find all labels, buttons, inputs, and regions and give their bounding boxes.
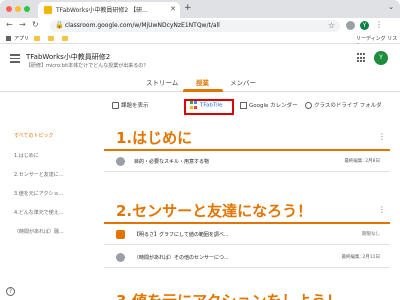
close-window-button[interactable] [6, 6, 12, 12]
help-icon[interactable]: ? [6, 287, 15, 296]
google-apps-icon[interactable] [357, 53, 367, 63]
topic-title: 2.センサーと友達になろう！ [116, 202, 313, 220]
bookmark-folder-icon[interactable] [34, 36, 40, 41]
material-meta: 最終編集: 2月11日 [341, 255, 380, 260]
tfabtile-highlight-box [184, 99, 234, 115]
new-tab-icon[interactable]: + [184, 3, 192, 13]
tab-classwork[interactable]: 授業 [196, 77, 209, 87]
assignment-icon [116, 230, 125, 239]
drive-folder-label: クラスのドライブ フォルダ [314, 103, 382, 109]
active-tab-indicator [183, 89, 223, 92]
material-meta: 期限なし [362, 232, 380, 237]
google-calendar-button[interactable]: Google カレンダー [240, 101, 298, 109]
main-menu-icon[interactable] [10, 54, 20, 63]
url-text: classroom.google.com/w/MjUwNDcyNzE1NTQw/… [65, 22, 220, 29]
topic-divider [104, 222, 390, 224]
account-avatar[interactable]: Y [374, 51, 388, 65]
tab-close-icon[interactable]: ✕ [170, 5, 176, 13]
material-row[interactable]: （時間があれば）その他のセンサーにつ... 最終編集: 2月11日 [104, 248, 390, 268]
maximize-window-button[interactable] [24, 6, 30, 12]
apps-grid-icon[interactable] [6, 36, 11, 41]
topic-more-icon[interactable]: ⋮ [378, 205, 386, 214]
bookmark-folder-icon[interactable] [62, 36, 68, 41]
bookmark-apps[interactable]: アプリ [14, 35, 29, 42]
topic-more-icon[interactable]: ⋮ [378, 132, 386, 141]
classwork-main: 1.はじめに ⋮ 目的・必要なスキル・用意する物 最終編集: 2月8日 2.セン… [104, 124, 394, 300]
browser-window: TFabWorks小中教員研修2 【研... ✕ + ⌄ ← → ↻ 🔒 cla… [0, 0, 400, 300]
view-your-work-button[interactable]: 課題を表示 [112, 101, 149, 109]
course-tabs: ストリーム 授業 メンバー [0, 74, 400, 92]
course-title[interactable]: TFabWorks小中教員研修2 [26, 52, 110, 62]
material-meta: 最終編集: 2月8日 [344, 159, 380, 164]
topic-divider [104, 149, 390, 151]
sidebar-item-topic-4[interactable]: 4.どんな単元で使え... [14, 209, 64, 216]
material-title: （時間があれば）その他のセンサーにつ... [134, 255, 229, 261]
topic-title: 1.はじめに [116, 129, 193, 147]
google-calendar-label: Google カレンダー [249, 103, 298, 109]
lock-icon: 🔒 [55, 21, 64, 29]
forward-icon[interactable]: → [19, 20, 26, 29]
classroom-favicon-icon [44, 6, 52, 14]
material-row[interactable]: 【明るさ】グラフにして値の範囲を調べ... 期限なし [104, 225, 390, 245]
extension-icon[interactable] [346, 21, 355, 30]
sidebar-item-topic-2[interactable]: 2.センサーと友達に... [14, 171, 64, 178]
bookmark-star-icon[interactable]: ☆ [328, 21, 335, 30]
material-icon [116, 157, 125, 166]
bookmarks-bar: アプリ リーディング リスト [0, 34, 400, 49]
browser-toolbar: ← → ↻ 🔒 classroom.google.com/w/MjUwNDcyN… [0, 18, 400, 34]
sidebar-item-all-topics[interactable]: すべてのトピック [14, 132, 53, 139]
tab-stream[interactable]: ストリーム [146, 77, 178, 87]
tab-search-icon[interactable]: ⌄ [388, 3, 394, 11]
drive-icon [305, 102, 312, 109]
material-title: 【明るさ】グラフにして値の範囲を調べ... [134, 232, 229, 238]
topic-sidebar: すべてのトピック 1.はじめに 2.センサーと友達に... 3.値を元にアクショ… [0, 124, 84, 300]
topic-title: 3.値を元にアクションをしよう！ [116, 290, 341, 300]
assignment-icon [112, 102, 119, 109]
browser-tab[interactable]: TFabWorks小中教員研修2 【研... ✕ [38, 2, 180, 18]
browser-profile-avatar[interactable]: Y [360, 21, 369, 30]
bookmark-folder-icon[interactable] [48, 36, 54, 41]
back-icon[interactable]: ← [6, 20, 13, 29]
tab-strip: TFabWorks小中教員研修2 【研... ✕ + ⌄ [0, 0, 400, 18]
tab-people[interactable]: メンバー [230, 77, 256, 87]
browser-menu-icon[interactable]: ⋮ [375, 20, 383, 29]
calendar-icon [240, 102, 247, 109]
sidebar-item-topic-3[interactable]: 3.値を元にアクショ... [14, 190, 63, 197]
reload-icon[interactable]: ↻ [32, 20, 39, 29]
course-subtitle: 【研修】micro:bit本体だけでどんな授業が出来るの？ [26, 63, 149, 69]
minimize-window-button[interactable] [15, 6, 21, 12]
browser-tab-title: TFabWorks小中教員研修2 【研... [56, 7, 148, 14]
view-your-work-label: 課題を表示 [121, 103, 149, 109]
material-row[interactable]: 目的・必要なスキル・用意する物 最終編集: 2月8日 [104, 152, 390, 172]
sidebar-item-topic-1[interactable]: 1.はじめに [14, 152, 39, 159]
classroom-header: TFabWorks小中教員研修2 【研修】micro:bit本体だけでどんな授業… [0, 44, 400, 92]
address-bar[interactable]: 🔒 classroom.google.com/w/MjUwNDcyNzE1NTQ… [50, 20, 340, 32]
material-icon [116, 253, 125, 262]
sidebar-item-topic-5[interactable]: （時間があれば）融... [14, 228, 64, 235]
drive-folder-button[interactable]: クラスのドライブ フォルダ [305, 101, 382, 109]
material-title: 目的・必要なスキル・用意する物 [134, 159, 210, 165]
